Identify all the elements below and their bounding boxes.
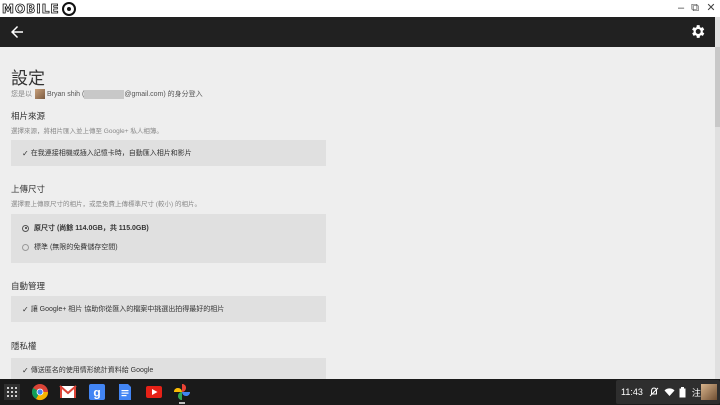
radio-unselected-icon[interactable] [22, 243, 29, 251]
wifi-icon [664, 388, 675, 396]
auto-import-label: 在我連接相機或插入記憶卡時，自動匯入相片和影片 [30, 150, 192, 157]
battery-icon [679, 386, 686, 397]
checkmark-icon: ✓ [22, 148, 29, 158]
email-suffix: @gmail.com) 的身分登入 [124, 91, 203, 98]
checkmark-icon: ✓ [22, 365, 29, 375]
upload-size-heading: 上傳尺寸 [11, 184, 46, 194]
mobile01-logo: MOBILE [2, 1, 76, 17]
checkmark-icon: ✓ [22, 304, 29, 314]
best-photos-label: 讓 Google+ 相片 協助你從匯入的檔案中挑選出拍得最好的相片 [30, 306, 225, 313]
full-size-label: 原尺寸 (尚餘 114.0GB，共 115.0GB) [34, 225, 149, 232]
gear-icon[interactable] [689, 23, 706, 40]
usage-stats-option[interactable]: ✓ 傳送匿名的使用情形統計資料給 Google [22, 365, 153, 375]
page-title: 設定 [11, 69, 45, 88]
full-size-option[interactable]: 原尺寸 (尚餘 114.0GB，共 115.0GB) [22, 223, 149, 233]
source-heading: 相片來源 [11, 111, 46, 121]
redacted-email [84, 89, 125, 99]
upload-size-card: 原尺寸 (尚餘 114.0GB，共 115.0GB) 標準 (無限的免費儲存空間… [11, 214, 326, 263]
youtube-icon[interactable] [145, 383, 163, 401]
standard-size-option[interactable]: 標準 (無限的免費儲存空間) [22, 242, 118, 252]
privacy-card: ✓ 傳送匿名的使用情形統計資料給 Google [11, 358, 326, 379]
status-tray[interactable]: 11:43 注 [616, 380, 720, 404]
signed-in-prefix: 您是以 [11, 91, 32, 98]
photos-icon[interactable] [173, 383, 191, 401]
scrollbar-thumb[interactable] [715, 47, 720, 127]
notifications-off-icon [649, 387, 659, 397]
auto-manage-card: ✓ 讓 Google+ 相片 協助你從匯入的檔案中挑選出拍得最好的相片 [11, 296, 326, 322]
privacy-heading: 隱私權 [11, 341, 37, 351]
shelf: g 11:43 注 [0, 379, 720, 405]
best-photos-option[interactable]: ✓ 讓 Google+ 相片 協助你從匯入的檔案中挑選出拍得最好的相片 [22, 304, 224, 314]
user-avatar[interactable] [701, 384, 717, 400]
clock: 11:43 [621, 387, 643, 397]
gmail-icon[interactable] [59, 383, 77, 401]
standard-size-label: 標準 (無限的免費儲存空間) [34, 244, 118, 251]
ime-indicator: 注 [691, 387, 701, 398]
source-card: ✓ 在我連接相機或插入記憶卡時，自動匯入相片和影片 [11, 140, 326, 166]
back-arrow-icon[interactable] [8, 23, 26, 41]
source-description: 選擇來源，將相片匯入並上傳至 Google+ 私人相簿。 [11, 128, 163, 135]
radio-selected-icon[interactable] [22, 224, 29, 232]
user-name: Bryan shih ( [47, 90, 85, 98]
app-launcher-icon[interactable] [4, 384, 20, 400]
app-bar [0, 17, 715, 47]
usage-stats-label: 傳送匿名的使用情形統計資料給 Google [30, 367, 154, 374]
active-app-indicator [179, 402, 185, 404]
svg-text:g: g [93, 386, 100, 400]
docs-icon[interactable] [116, 383, 134, 401]
window-title-bar: MOBILE – ⧉ ✕ [0, 0, 720, 17]
settings-content: 設定 您是以 Bryan shih ( @gmail.com) 的身分登入 相片… [0, 47, 715, 379]
signed-in-line: 您是以 Bryan shih ( @gmail.com) 的身分登入 [11, 89, 203, 99]
avatar [35, 89, 45, 99]
close-button[interactable]: ✕ [703, 1, 719, 15]
auto-import-option[interactable]: ✓ 在我連接相機或插入記憶卡時，自動匯入相片和影片 [22, 148, 192, 158]
auto-manage-heading: 自動管理 [11, 281, 46, 291]
restore-button[interactable]: ⧉ [687, 1, 703, 15]
upload-size-description: 選擇要上傳原尺寸的相片，或是免費上傳標準尺寸 (較小) 的相片。 [11, 201, 201, 208]
chrome-icon[interactable] [31, 383, 49, 401]
google-search-icon[interactable]: g [88, 383, 106, 401]
